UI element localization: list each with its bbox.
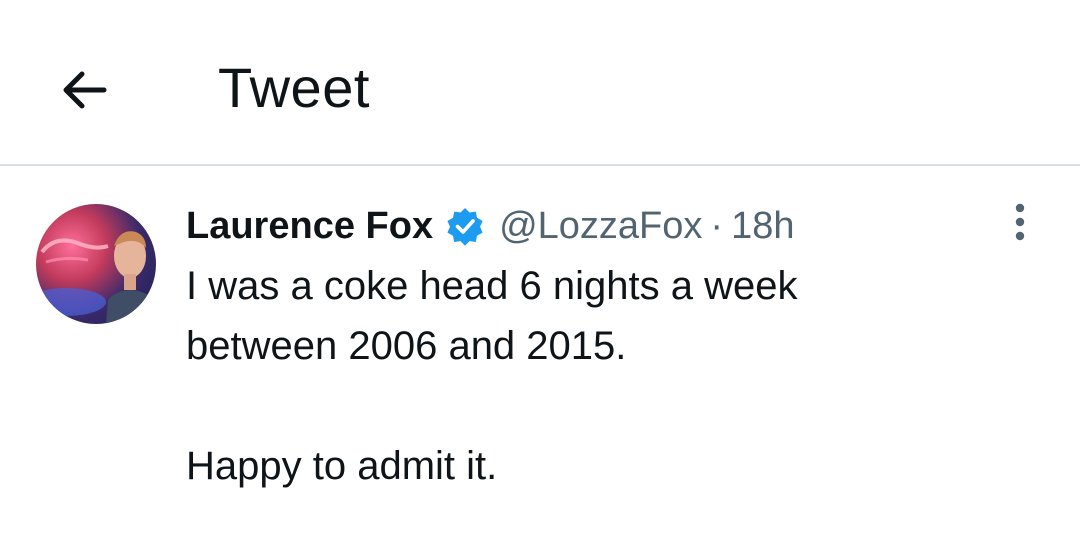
top-bar: Tweet <box>0 0 1080 166</box>
author-name[interactable]: Laurence Fox <box>186 205 433 248</box>
avatar[interactable] <box>36 204 156 324</box>
timestamp[interactable]: 18h <box>731 205 794 248</box>
tweet-text-line: I was a coke head 6 nights a week <box>186 264 798 308</box>
tweet-body: Laurence Fox @LozzaFox · 18h I was a cok… <box>186 198 1046 496</box>
tweet-text-blank-line <box>186 376 1046 436</box>
tweet-text-line: Happy to admit it. <box>186 444 498 488</box>
verified-badge-icon <box>445 206 485 246</box>
separator-dot: · <box>710 204 724 247</box>
tweet-text-line: between 2006 and 2015. <box>186 324 627 368</box>
tweet[interactable]: Laurence Fox @LozzaFox · 18h I was a cok… <box>0 168 1080 537</box>
back-button[interactable] <box>52 56 116 120</box>
more-options-button[interactable] <box>1004 202 1036 242</box>
arrow-left-icon <box>63 71 107 109</box>
author-handle[interactable]: @LozzaFox <box>499 205 702 248</box>
page-title: Tweet <box>218 56 370 119</box>
tweet-text: I was a coke head 6 nights a week betwee… <box>186 256 1046 496</box>
tweet-header: Laurence Fox @LozzaFox · 18h <box>186 198 1046 254</box>
user-avatar <box>36 231 156 324</box>
more-vertical-icon <box>1015 203 1025 241</box>
